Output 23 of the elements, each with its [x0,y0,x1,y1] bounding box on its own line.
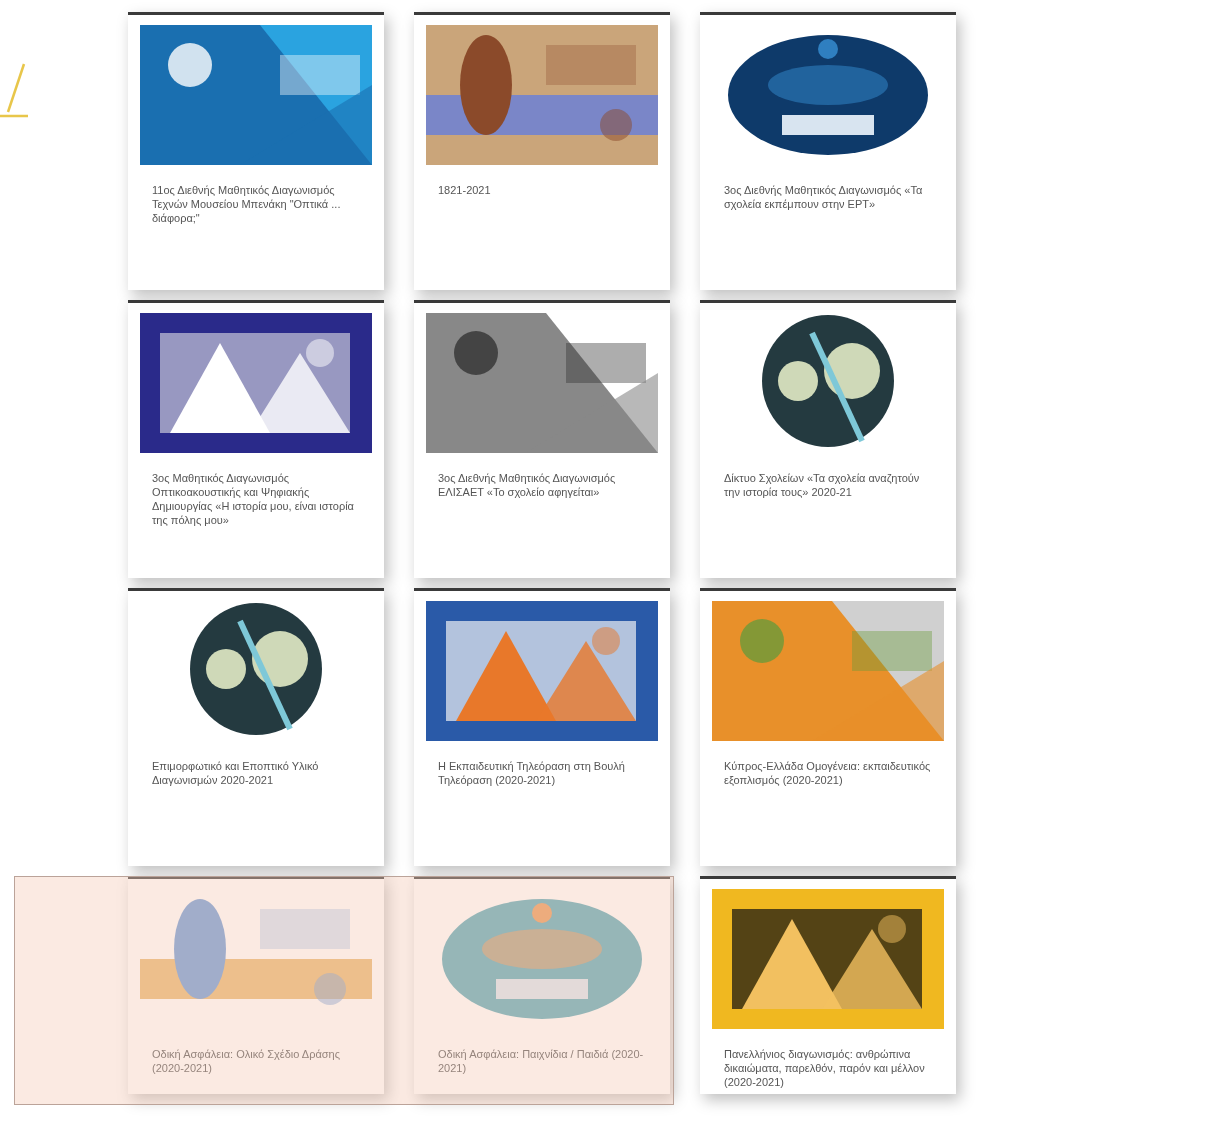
logo-icon [0,62,30,120]
card[interactable]: 11ος Διεθνής Μαθητικός Διαγωνισμός Τεχνών Μουσείου Μπενάκη "Οπτικά ... διάφορα;" [128,12,384,290]
card-caption: Κύπρος-Ελλάδα Ομογένεια: εκπαιδευτικός εξοπλισμός (2020-2021) [723,759,932,787]
card-caption: 3ος Διεθνής Μαθητικός Διαγωνισμός «Τα σχολεία εκπέμπουν στην ΕΡΤ» [723,183,924,211]
card[interactable]: 3ος Διεθνής Μαθητικός Διαγωνισμός ΕΛΙΣΑΕΤ «Το σχολείο αφηγείται» [414,300,670,578]
card[interactable]: Κύπρος-Ελλάδα Ομογένεια: εκπαιδευτικός εξοπλισμός (2020-2021) [700,588,956,866]
card[interactable]: Δίκτυο Σχολείων «Τα σχολεία αναζητούν την ιστορία τους» 2020-21 [700,300,956,578]
card-caption: 11ος Διεθνής Μαθητικός Διαγωνισμός Τεχνών Μουσείου Μπενάκη "Οπτικά ... διάφορα;" [151,183,342,225]
card-caption: Επιμορφωτικό και Εποπτικό Υλικό Διαγωνισμών 2020-2021 [151,759,320,787]
card-caption: Η Εκπαιδευτική Τηλεόραση στη Βουλή Τηλεόραση (2020-2021) [437,759,626,787]
card-caption: Πανελλήνιος διαγωνισμός: ανθρώπινα δικαιώματα, παρελθόν, παρόν και μέλλον (2020-2021) [723,1047,926,1089]
card[interactable]: Η Εκπαιδευτική Τηλεόραση στη Βουλή Τηλεόραση (2020-2021) [414,588,670,866]
card[interactable]: 1821-2021 [414,12,670,290]
card-caption: Οδική Ασφάλεια: Παιχνίδια / Παιδιά (2020-2021) [437,1047,645,1075]
card[interactable]: Επιμορφωτικό και Εποπτικό Υλικό Διαγωνισμών 2020-2021 [128,588,384,866]
card-caption: 3ος Διεθνής Μαθητικός Διαγωνισμός ΕΛΙΣΑΕΤ «Το σχολείο αφηγείται» [437,471,617,499]
card[interactable]: Πανελλήνιος διαγωνισμός: ανθρώπινα δικαιώματα, παρελθόν, παρόν και μέλλον (2020-2021) [700,876,956,1094]
card-caption: Οδική Ασφάλεια: Ολικό Σχέδιο Δράσης (2020-2021) [151,1047,341,1075]
card-caption: 1821-2021 [437,183,492,197]
card-caption: Δίκτυο Σχολείων «Τα σχολεία αναζητούν την ιστορία τους» 2020-21 [723,471,921,499]
card-caption: 3ος Μαθητικός Διαγωνισμός Οπτικοακουστικής και Ψηφιακής Δημιουργίας «Η ιστορία μου, είναι ιστορία της πόλης μου» [151,471,355,527]
card[interactable]: 3ος Μαθητικός Διαγωνισμός Οπτικοακουστικής και Ψηφιακής Δημιουργίας «Η ιστορία μου, είναι ιστορία της πόλης μου» [128,300,384,578]
card[interactable]: 3ος Διεθνής Μαθητικός Διαγωνισμός «Τα σχολεία εκπέμπουν στην ΕΡΤ» [700,12,956,290]
